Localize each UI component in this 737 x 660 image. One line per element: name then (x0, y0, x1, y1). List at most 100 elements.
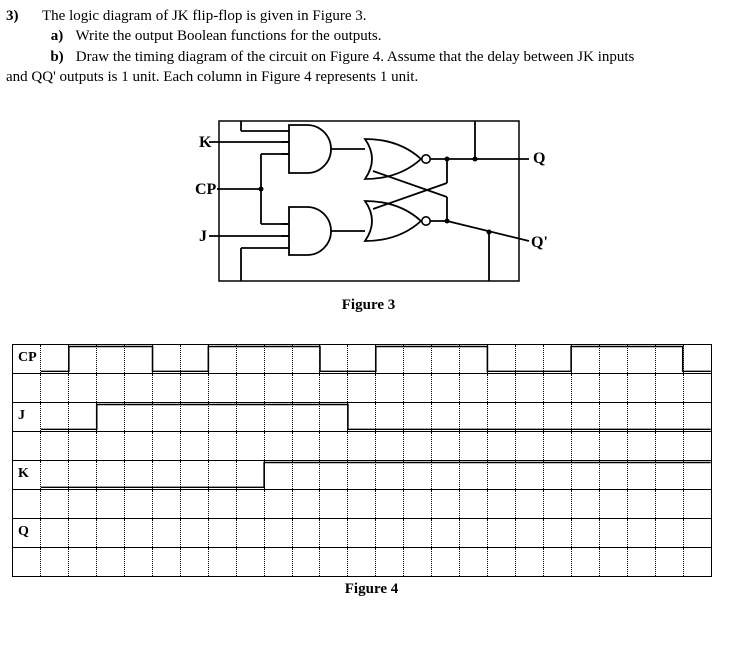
grid-cell (68, 403, 96, 431)
grid-cell (655, 490, 683, 518)
grid-cell (180, 490, 208, 518)
grid-cell (236, 519, 264, 547)
grid-cell (599, 345, 627, 373)
grid-cell (264, 519, 292, 547)
grid-cell (543, 548, 571, 576)
grid-cell (627, 519, 655, 547)
grid-cell (208, 374, 236, 402)
grid-cell (627, 490, 655, 518)
figure-4-caption: Figure 4 (12, 579, 731, 599)
grid-cell (403, 519, 431, 547)
grid-cell (543, 345, 571, 373)
grid-cell (96, 548, 124, 576)
question-number: 3) (6, 6, 42, 26)
grid-cell (403, 432, 431, 460)
grid-cell (627, 403, 655, 431)
signal-label-Q: Q (17, 523, 30, 542)
timing-row-blank (13, 373, 711, 402)
timing-row-K: K (13, 460, 711, 489)
grid-cell (599, 519, 627, 547)
grid-cell (515, 490, 543, 518)
grid-cell (543, 432, 571, 460)
grid-cell (40, 490, 68, 518)
grid-cell (319, 461, 347, 489)
grid-cell (683, 345, 711, 373)
grid-cell (515, 548, 543, 576)
grid-cell (627, 432, 655, 460)
grid-cell (655, 403, 683, 431)
grid-cell (40, 519, 68, 547)
grid-cell (487, 432, 515, 460)
label-J: J (199, 228, 207, 245)
grid-cell (347, 345, 375, 373)
grid-cell (68, 519, 96, 547)
grid-cell (655, 345, 683, 373)
grid-cell (292, 548, 320, 576)
timing-row-blank (13, 489, 711, 518)
grid-cell (375, 490, 403, 518)
grid-cell (40, 345, 68, 373)
grid-cell (124, 432, 152, 460)
grid-cell (403, 461, 431, 489)
grid-cell (375, 345, 403, 373)
grid-cell (96, 345, 124, 373)
grid-cell (208, 461, 236, 489)
grid-cell (515, 374, 543, 402)
grid-cell (208, 432, 236, 460)
grid-cell (571, 345, 599, 373)
grid-cell (264, 403, 292, 431)
grid-cell (515, 432, 543, 460)
figure-3-caption: Figure 3 (189, 295, 549, 315)
grid-cell (236, 490, 264, 518)
grid-cell (124, 374, 152, 402)
grid-cell (459, 374, 487, 402)
grid-cell (683, 490, 711, 518)
grid-cell (68, 374, 96, 402)
grid-cell (13, 490, 40, 518)
grid-cell (487, 461, 515, 489)
grid-cell (431, 403, 459, 431)
grid-cell (347, 461, 375, 489)
part-a-text: Write the output Boolean functions for t… (75, 28, 381, 44)
grid-cell (208, 403, 236, 431)
grid-cell (487, 548, 515, 576)
grid-cell (264, 548, 292, 576)
grid-cell (208, 345, 236, 373)
grid-cell (292, 374, 320, 402)
part-a-label: a) (42, 26, 72, 46)
grid-cell (152, 548, 180, 576)
grid-cell (683, 432, 711, 460)
grid-cell (459, 461, 487, 489)
grid-cell (13, 432, 40, 460)
grid-cell (319, 345, 347, 373)
signal-label-CP: CP (17, 349, 38, 368)
question-line-1: 3) The logic diagram of JK flip-flop is … (6, 6, 731, 26)
grid-cell (40, 403, 68, 431)
grid-cell (152, 345, 180, 373)
grid-cell (403, 345, 431, 373)
timing-row-blank (13, 431, 711, 460)
grid-cell (319, 490, 347, 518)
grid-cell (403, 374, 431, 402)
grid-cell (655, 461, 683, 489)
timing-grid: CPJKQ (12, 344, 712, 577)
grid-cell (40, 548, 68, 576)
part-b-label: b) (42, 47, 72, 67)
grid-cell (627, 345, 655, 373)
grid-cell (431, 548, 459, 576)
grid-cell (124, 345, 152, 373)
grid-cell (543, 461, 571, 489)
grid-cell (515, 345, 543, 373)
grid-cell (40, 432, 68, 460)
grid-cell (347, 432, 375, 460)
grid-cell (152, 374, 180, 402)
label-Q: Q (533, 150, 545, 167)
grid-cell (459, 403, 487, 431)
grid-cell (292, 345, 320, 373)
grid-cell (627, 548, 655, 576)
grid-cell (264, 461, 292, 489)
timing-row-blank (13, 547, 711, 576)
grid-cell (515, 403, 543, 431)
grid-cell (96, 432, 124, 460)
grid-cell (319, 519, 347, 547)
